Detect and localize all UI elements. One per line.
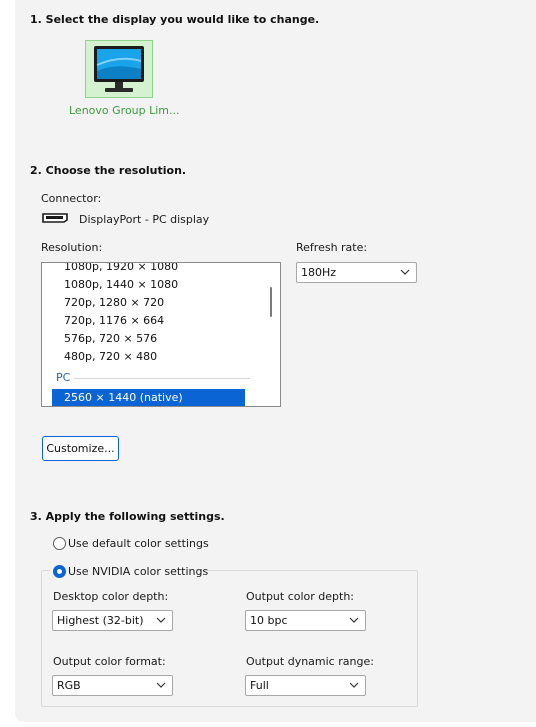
chevron-down-icon bbox=[349, 617, 359, 623]
default-color-radio[interactable] bbox=[53, 537, 66, 550]
dynamic-range-dropdown[interactable]: Full bbox=[245, 675, 366, 696]
section2-heading: 2. Choose the resolution. bbox=[30, 164, 187, 177]
list-item[interactable]: 720p, 1176 × 664 bbox=[64, 314, 164, 327]
resolution-label: Resolution: bbox=[41, 241, 103, 254]
selected-resolution[interactable]: 2560 × 1440 (native) bbox=[52, 389, 245, 406]
list-item[interactable]: 576p, 720 × 576 bbox=[64, 332, 157, 345]
section3-heading: 3. Apply the following settings. bbox=[30, 510, 225, 523]
list-item[interactable]: 1080p, 1440 × 1080 bbox=[64, 278, 178, 291]
display-tile[interactable] bbox=[85, 40, 153, 98]
resolution-listbox[interactable]: 1080p, 1920 × 1080 1080p, 1440 × 1080 72… bbox=[41, 262, 281, 407]
connector-label: Connector: bbox=[41, 192, 102, 205]
chevron-down-icon bbox=[400, 269, 410, 275]
chevron-down-icon bbox=[156, 682, 166, 688]
customize-button[interactable]: Customize... bbox=[42, 436, 119, 461]
desktop-depth-dropdown[interactable]: Highest (32-bit) bbox=[52, 610, 173, 631]
list-item[interactable]: 720p, 1280 × 720 bbox=[64, 296, 164, 309]
desktop-depth-value: Highest (32-bit) bbox=[57, 614, 144, 627]
monitor-icon bbox=[94, 46, 144, 92]
list-item[interactable]: 480p, 720 × 480 bbox=[64, 350, 157, 363]
color-format-value: RGB bbox=[57, 679, 81, 692]
output-depth-label: Output color depth: bbox=[246, 590, 355, 603]
group-divider bbox=[74, 378, 250, 379]
color-format-dropdown[interactable]: RGB bbox=[52, 675, 173, 696]
refresh-rate-dropdown[interactable]: 180Hz bbox=[296, 262, 417, 283]
listbox-scrollbar[interactable] bbox=[270, 287, 272, 317]
default-color-label[interactable]: Use default color settings bbox=[68, 537, 209, 550]
section1-heading: 1. Select the display you would like to … bbox=[30, 13, 320, 26]
chevron-down-icon bbox=[156, 617, 166, 623]
dynamic-range-label: Output dynamic range: bbox=[246, 655, 374, 668]
dynamic-range-value: Full bbox=[250, 679, 269, 692]
nvidia-color-label[interactable]: Use NVIDIA color settings bbox=[68, 565, 208, 578]
list-item[interactable]: 1080p, 1920 × 1080 bbox=[64, 263, 178, 273]
output-depth-value: 10 bpc bbox=[250, 614, 288, 627]
displayport-icon bbox=[42, 213, 68, 223]
connector-value: DisplayPort - PC display bbox=[79, 213, 210, 226]
desktop-depth-label: Desktop color depth: bbox=[53, 590, 169, 603]
chevron-down-icon bbox=[349, 682, 359, 688]
nvidia-color-radio[interactable] bbox=[53, 565, 66, 578]
color-format-label: Output color format: bbox=[53, 655, 166, 668]
resolution-group-label: PC bbox=[56, 371, 71, 384]
display-name[interactable]: Lenovo Group Lim... bbox=[69, 104, 180, 117]
refresh-rate-label: Refresh rate: bbox=[296, 241, 368, 254]
output-depth-dropdown[interactable]: 10 bpc bbox=[245, 610, 366, 631]
refresh-rate-value: 180Hz bbox=[301, 266, 337, 279]
